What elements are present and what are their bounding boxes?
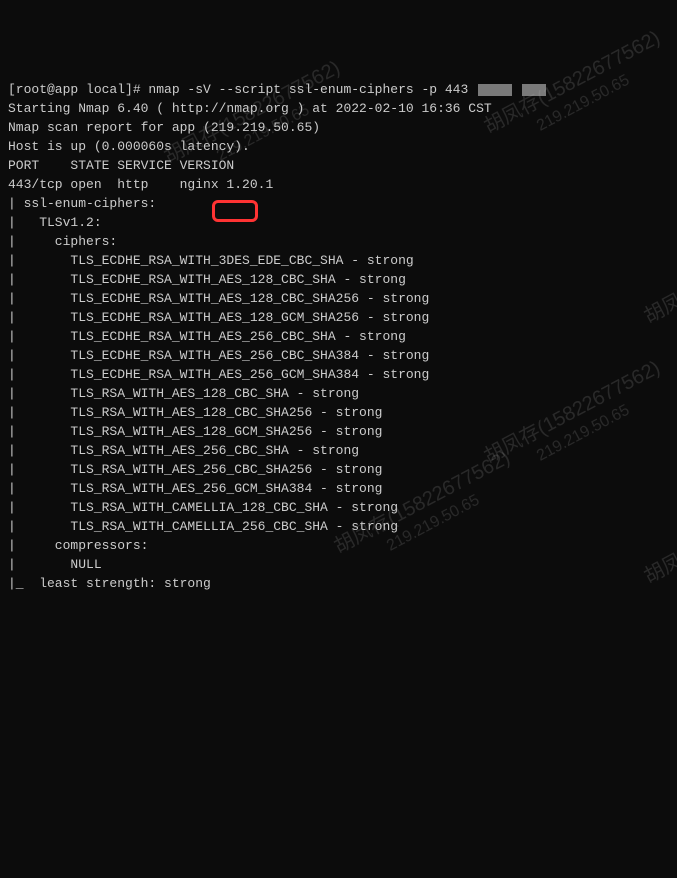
script-header: | ssl-enum-ciphers: (8, 194, 669, 213)
cipher-row: | TLS_RSA_WITH_AES_128_GCM_SHA256 - stro… (8, 422, 669, 441)
cipher-row: | TLS_ECDHE_RSA_WITH_3DES_EDE_CBC_SHA - … (8, 251, 669, 270)
cipher-row: | TLS_RSA_WITH_AES_128_CBC_SHA - strong (8, 384, 669, 403)
least-strength: |_ least strength: strong (8, 574, 669, 593)
redacted-arg (522, 84, 546, 96)
cipher-row: | TLS_RSA_WITH_AES_256_CBC_SHA256 - stro… (8, 460, 669, 479)
cipher-row: | TLS_ECDHE_RSA_WITH_AES_128_GCM_SHA256 … (8, 308, 669, 327)
ciphers-header: | ciphers: (8, 232, 669, 251)
cipher-row: | TLS_ECDHE_RSA_WITH_AES_256_GCM_SHA384 … (8, 365, 669, 384)
terminal-output: [root@app local]# nmap -sV --script ssl-… (8, 80, 669, 593)
compressors-value: | NULL (8, 555, 669, 574)
cipher-row: | TLS_ECDHE_RSA_WITH_AES_128_CBC_SHA - s… (8, 270, 669, 289)
cipher-row: | TLS_RSA_WITH_CAMELLIA_128_CBC_SHA - st… (8, 498, 669, 517)
cipher-row: | TLS_ECDHE_RSA_WITH_AES_256_CBC_SHA - s… (8, 327, 669, 346)
table-header: PORT STATE SERVICE VERSION (8, 156, 669, 175)
cipher-row: | TLS_ECDHE_RSA_WITH_AES_256_CBC_SHA384 … (8, 346, 669, 365)
compressors-header: | compressors: (8, 536, 669, 555)
redacted-arg (478, 84, 512, 96)
prompt-line: [root@app local]# nmap -sV --script ssl-… (8, 80, 669, 99)
host-up: Host is up (0.000060s latency). (8, 137, 669, 156)
cipher-row: | TLS_RSA_WITH_AES_256_GCM_SHA384 - stro… (8, 479, 669, 498)
cipher-row: | TLS_RSA_WITH_AES_256_CBC_SHA - strong (8, 441, 669, 460)
cipher-row: | TLS_RSA_WITH_AES_128_CBC_SHA256 - stro… (8, 403, 669, 422)
cipher-row: | TLS_RSA_WITH_CAMELLIA_256_CBC_SHA - st… (8, 517, 669, 536)
port-row: 443/tcp open http nginx 1.20.1 (8, 175, 669, 194)
nmap-start: Starting Nmap 6.40 ( http://nmap.org ) a… (8, 99, 669, 118)
nmap-report: Nmap scan report for app (219.219.50.65) (8, 118, 669, 137)
cipher-row: | TLS_ECDHE_RSA_WITH_AES_128_CBC_SHA256 … (8, 289, 669, 308)
tls-version: | TLSv1.2: (8, 213, 669, 232)
